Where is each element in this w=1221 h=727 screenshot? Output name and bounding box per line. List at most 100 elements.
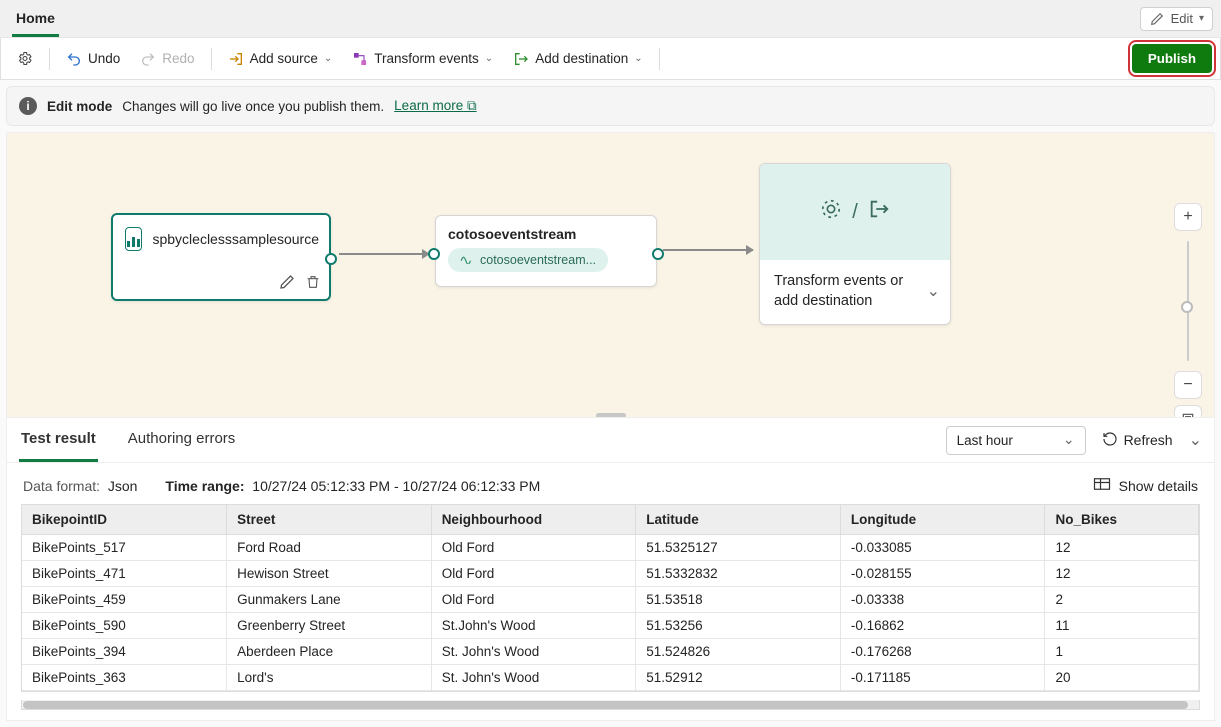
table-row[interactable]: BikePoints_459Gunmakers LaneOld Ford51.5…	[22, 587, 1199, 613]
edit-node-icon[interactable]	[279, 274, 295, 293]
table-cell: Greenberry Street	[227, 613, 432, 639]
table-cell: Old Ford	[431, 535, 636, 561]
zoom-in-button[interactable]: +	[1174, 203, 1202, 231]
learn-more-link[interactable]: Learn more ⧉	[394, 98, 476, 114]
column-header[interactable]: Latitude	[636, 505, 841, 535]
transform-icon	[352, 51, 368, 67]
node-eventstream[interactable]: cotosoeventstream cotosoeventstream...	[435, 215, 657, 287]
table-row[interactable]: BikePoints_517Ford RoadOld Ford51.532512…	[22, 535, 1199, 561]
separator	[211, 48, 212, 70]
table-cell: -0.171185	[840, 665, 1045, 691]
data-format-label: Data format:	[23, 478, 100, 494]
zoom-thumb[interactable]	[1181, 301, 1193, 313]
pencil-icon	[1149, 11, 1165, 27]
refresh-button[interactable]: Refresh	[1102, 431, 1173, 450]
table-cell: Old Ford	[431, 561, 636, 587]
zoom-slider[interactable]	[1187, 241, 1189, 361]
panel-resize-handle[interactable]	[596, 413, 626, 418]
learn-more-text: Learn more	[394, 98, 463, 113]
edit-mode-label: Edit mode	[47, 99, 112, 114]
tab-authoring-errors[interactable]: Authoring errors	[126, 418, 238, 462]
arrow-out-icon	[513, 51, 529, 67]
undo-button[interactable]: Undo	[58, 46, 128, 72]
delete-node-icon[interactable]	[305, 274, 321, 293]
node-source-title: spbycleclesssamplesource	[152, 231, 319, 247]
time-range-label: Time range:	[165, 478, 244, 494]
zoom-out-button[interactable]: −	[1174, 371, 1202, 399]
table-cell: -0.03338	[840, 587, 1045, 613]
transform-events-button[interactable]: Transform events ⌄	[344, 46, 501, 72]
refresh-icon	[1102, 431, 1118, 450]
table-cell: St. John's Wood	[431, 639, 636, 665]
separator	[659, 48, 660, 70]
table-row[interactable]: BikePoints_363Lord'sSt. John's Wood51.52…	[22, 665, 1199, 691]
table-cell: -0.033085	[840, 535, 1045, 561]
table-cell: Lord's	[227, 665, 432, 691]
edit-dropdown[interactable]: Edit ▾	[1140, 7, 1213, 31]
edit-mode-banner: i Edit mode Changes will go live once yo…	[6, 86, 1215, 126]
results-table: BikepointIDStreetNeighbourhoodLatitudeLo…	[21, 504, 1200, 692]
table-row[interactable]: BikePoints_590Greenberry StreetSt.John's…	[22, 613, 1199, 639]
pipeline-canvas[interactable]: spbycleclesssamplesource cotosoeventstre…	[6, 132, 1215, 418]
time-filter-select[interactable]: Last hour	[946, 426, 1086, 455]
node-stream-pill[interactable]: cotosoeventstream...	[448, 248, 608, 272]
undo-icon	[66, 51, 82, 67]
node-output-port[interactable]	[325, 253, 337, 265]
node-stream-pill-label: cotosoeventstream...	[480, 253, 596, 267]
table-cell: BikePoints_517	[22, 535, 227, 561]
publish-button[interactable]: Publish	[1132, 44, 1212, 73]
edit-label: Edit	[1171, 11, 1193, 26]
node-source[interactable]: spbycleclesssamplesource	[111, 213, 331, 301]
table-cell: 11	[1045, 613, 1199, 639]
table-cell: 12	[1045, 535, 1199, 561]
chevron-down-icon[interactable]: ⌄	[1189, 430, 1202, 450]
chevron-down-icon: ⌄	[324, 53, 332, 64]
node-destination-label: Transform events or add destination	[774, 272, 927, 311]
edge	[339, 253, 429, 255]
column-header[interactable]: BikepointID	[22, 505, 227, 535]
table-cell: 51.5325127	[636, 535, 841, 561]
gear-icon	[17, 51, 33, 67]
table-cell: -0.028155	[840, 561, 1045, 587]
column-header[interactable]: Street	[227, 505, 432, 535]
settings-button[interactable]	[9, 46, 41, 72]
table-cell: 2	[1045, 587, 1199, 613]
table-row[interactable]: BikePoints_471Hewison StreetOld Ford51.5…	[22, 561, 1199, 587]
table-cell: Ford Road	[227, 535, 432, 561]
transform-events-label: Transform events	[374, 51, 479, 66]
sample-data-icon	[125, 227, 142, 251]
table-row[interactable]: BikePoints_394Aberdeen PlaceSt. John's W…	[22, 639, 1199, 665]
node-destination-placeholder[interactable]: / Transform events or add destination ⌄	[759, 163, 951, 325]
show-details-button[interactable]: Show details	[1093, 477, 1198, 494]
table-cell: 51.53256	[636, 613, 841, 639]
arrow-in-icon	[228, 51, 244, 67]
wave-icon	[460, 253, 474, 267]
node-input-port[interactable]	[428, 248, 440, 260]
table-cell: BikePoints_394	[22, 639, 227, 665]
zoom-fit-button[interactable]	[1174, 405, 1202, 418]
info-icon: i	[19, 97, 37, 115]
table-cell: BikePoints_459	[22, 587, 227, 613]
chevron-down-icon: ▾	[1199, 13, 1204, 24]
horizontal-scrollbar[interactable]	[21, 700, 1200, 710]
redo-button[interactable]: Redo	[132, 46, 202, 72]
table-cell: -0.176268	[840, 639, 1045, 665]
add-source-label: Add source	[250, 51, 318, 66]
column-header[interactable]: Neighbourhood	[431, 505, 636, 535]
table-cell: Aberdeen Place	[227, 639, 432, 665]
tab-test-result[interactable]: Test result	[19, 418, 98, 462]
chevron-down-icon[interactable]: ⌄	[927, 281, 940, 303]
tab-home[interactable]: Home	[12, 4, 59, 37]
table-cell: Gunmakers Lane	[227, 587, 432, 613]
data-format-value: Json	[108, 478, 138, 494]
table-cell: 51.52912	[636, 665, 841, 691]
chevron-down-icon: ⌄	[485, 53, 493, 64]
column-header[interactable]: No_Bikes	[1045, 505, 1199, 535]
undo-label: Undo	[88, 51, 120, 66]
details-icon	[1093, 477, 1111, 494]
column-header[interactable]: Longitude	[840, 505, 1045, 535]
add-destination-button[interactable]: Add destination ⌄	[505, 46, 650, 72]
time-range-value: 10/27/24 05:12:33 PM - 10/27/24 06:12:33…	[252, 478, 540, 494]
add-source-button[interactable]: Add source ⌄	[220, 46, 341, 72]
table-cell: BikePoints_590	[22, 613, 227, 639]
